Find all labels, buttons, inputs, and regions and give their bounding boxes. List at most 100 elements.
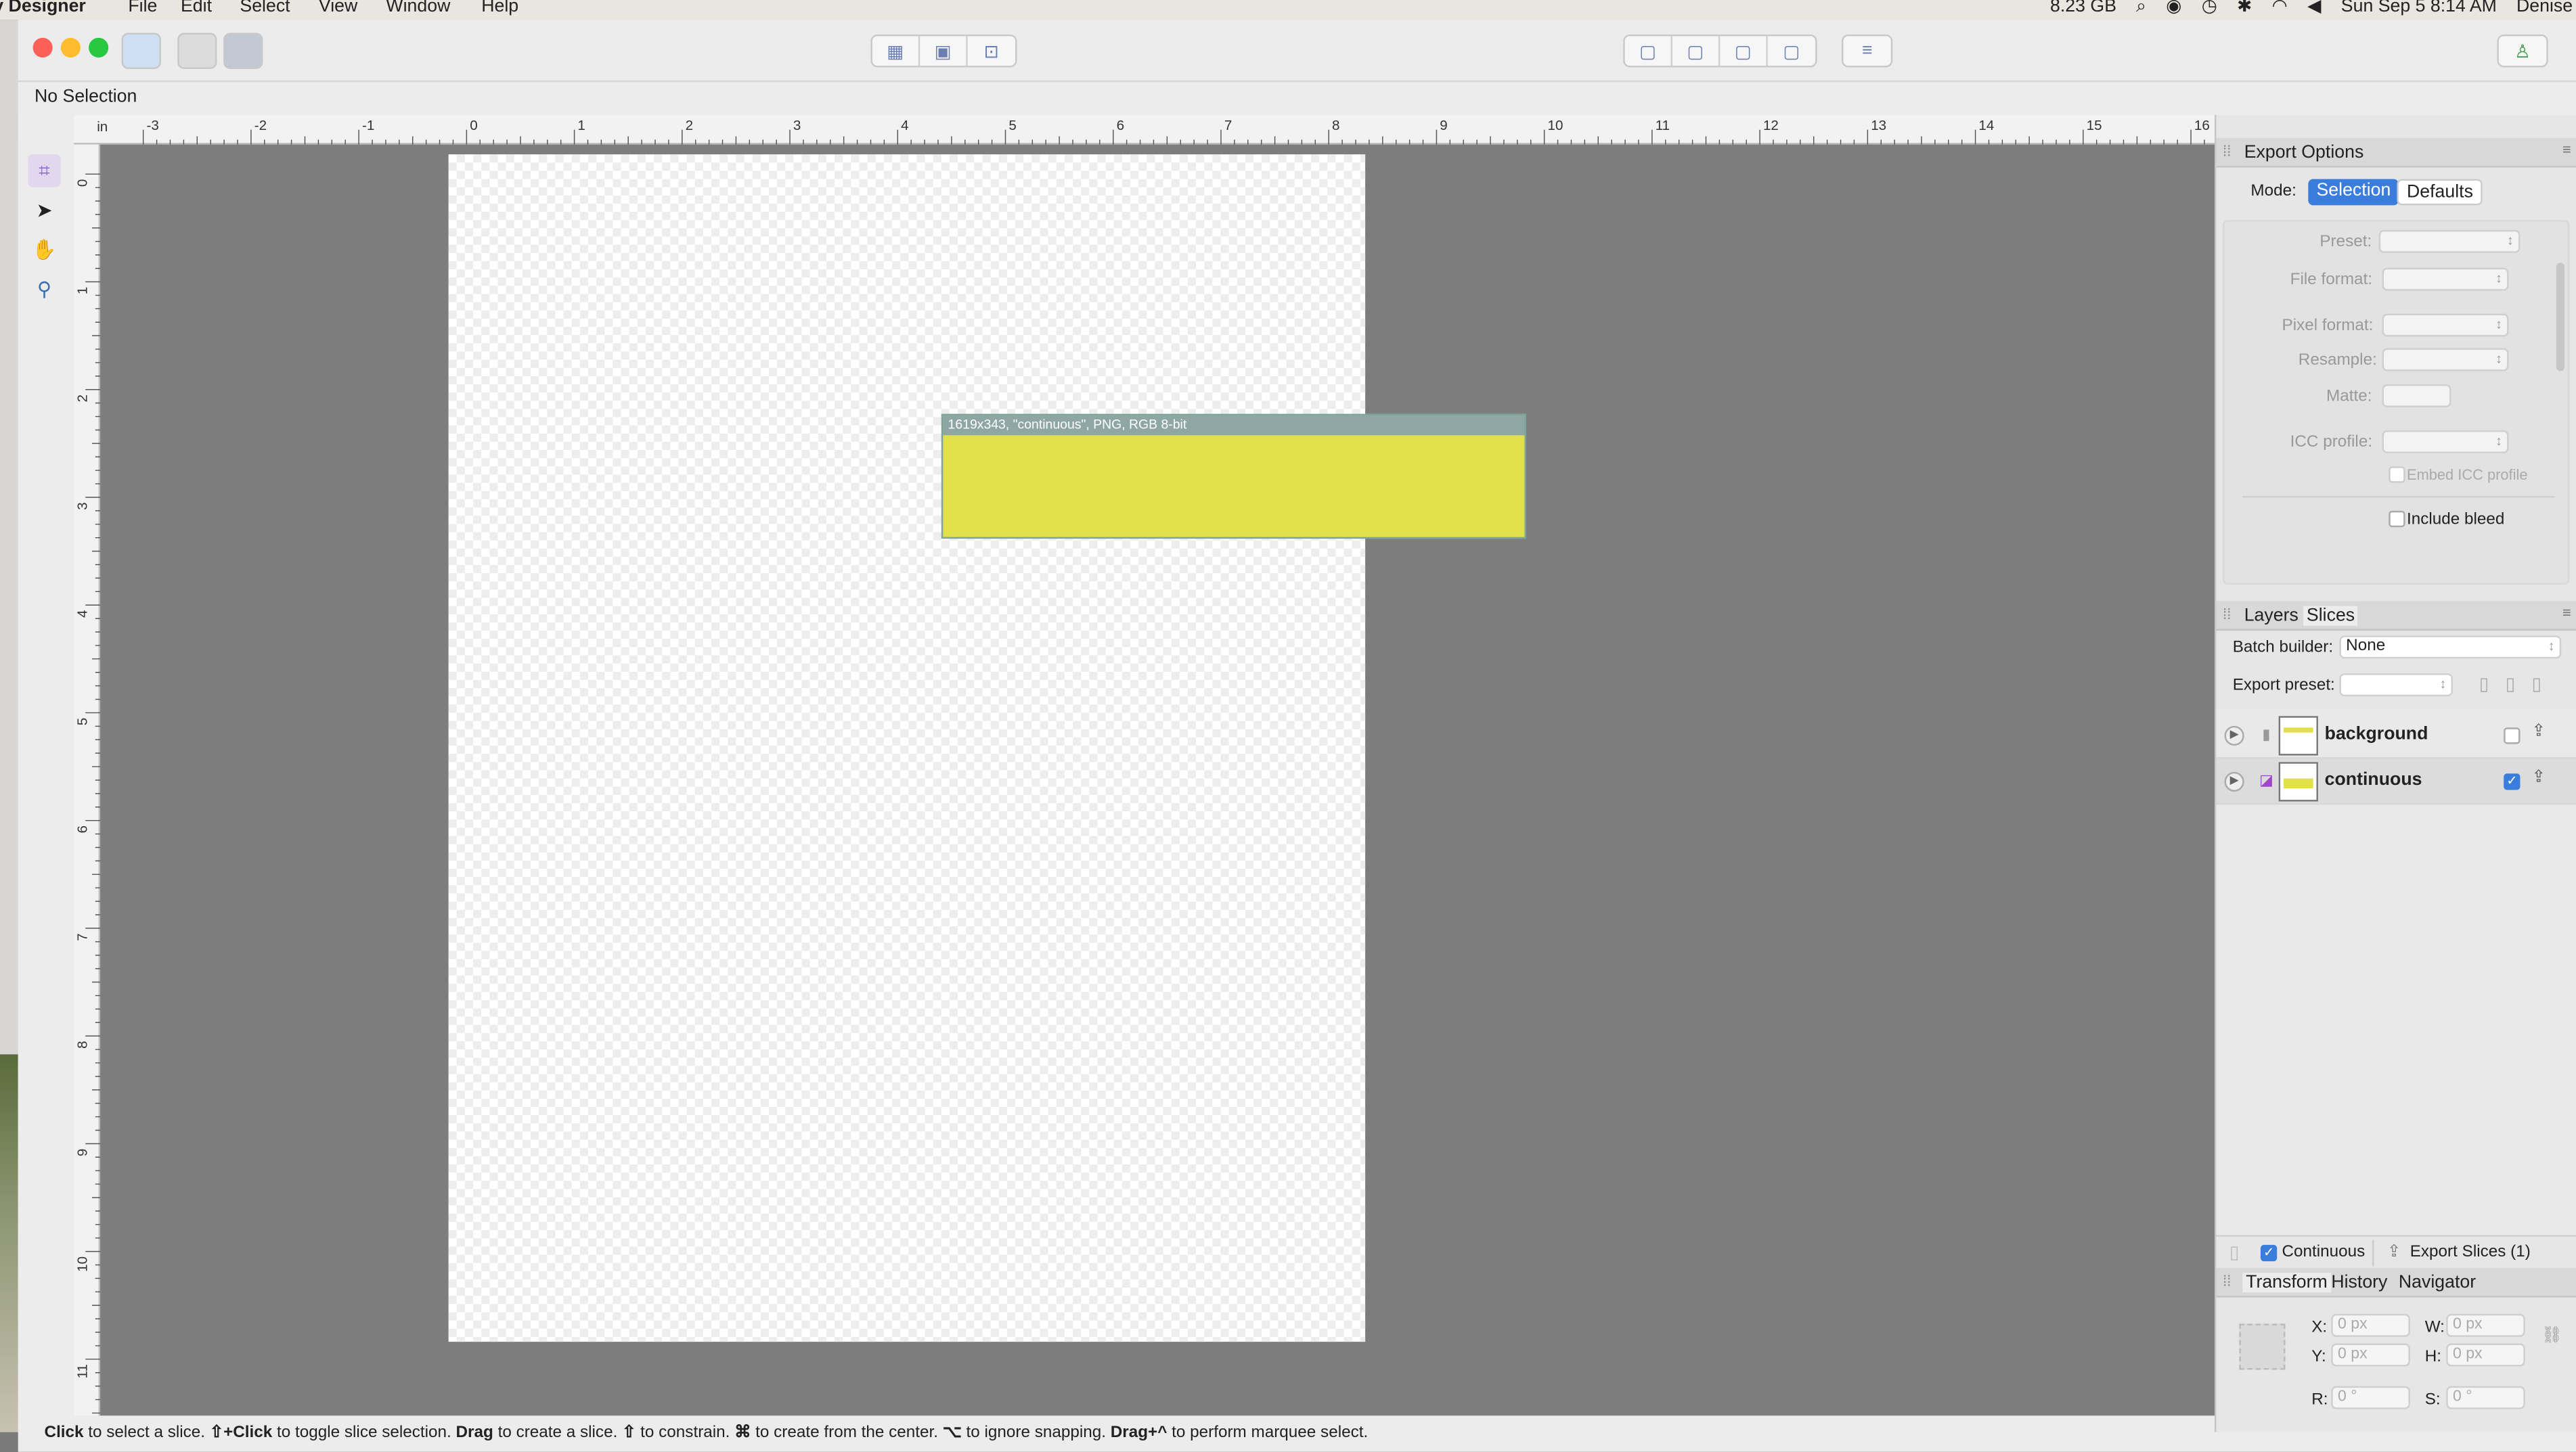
- tab-slices[interactable]: Slices: [2303, 606, 2359, 626]
- matte-swatch[interactable]: [2382, 384, 2451, 407]
- s-label: S:: [2424, 1390, 2441, 1409]
- view-mode-2-icon[interactable]: ▣: [920, 36, 968, 66]
- spotlight-icon[interactable]: ⌕: [2136, 0, 2146, 16]
- arrange-front-icon[interactable]: ▢: [1768, 36, 1815, 66]
- file-format-label: File format:: [2290, 271, 2373, 290]
- hand-tool-icon[interactable]: ✋: [28, 233, 61, 267]
- view-mode-1-icon[interactable]: ▦: [872, 36, 920, 66]
- volume-icon[interactable]: ◀: [2307, 0, 2322, 16]
- pixel-persona-icon[interactable]: [177, 32, 217, 69]
- wifi-icon[interactable]: ◠: [2272, 0, 2288, 16]
- siri-icon[interactable]: ◉: [2166, 0, 2181, 16]
- tab-history[interactable]: History: [2331, 1273, 2387, 1292]
- slice-export-checkbox[interactable]: ✓: [2504, 773, 2521, 790]
- tab-layers[interactable]: Layers: [2244, 606, 2299, 626]
- shear-input[interactable]: 0 °: [2446, 1386, 2525, 1409]
- batch-builder-select[interactable]: None: [2339, 635, 2562, 659]
- align-icon[interactable]: ≡: [1843, 36, 1890, 66]
- icc-profile-select[interactable]: [2382, 430, 2509, 453]
- slice-continuous[interactable]: 1619x343, "continuous", PNG, RGB 8-bit: [941, 413, 1526, 539]
- view-mode-3-icon[interactable]: ⊡: [968, 36, 1015, 66]
- tab-transform[interactable]: Transform: [2242, 1273, 2331, 1293]
- canvas[interactable]: 1619x343, "continuous", PNG, RGB 8-bit: [100, 144, 2215, 1416]
- embed-icc-label: Embed ICC profile: [2406, 466, 2528, 483]
- x-input[interactable]: 0 px: [2331, 1313, 2410, 1337]
- export-slice-icon[interactable]: ⇪: [2531, 723, 2545, 741]
- ruler-tick-label: 2: [686, 118, 693, 133]
- panel-menu-icon[interactable]: ≡: [2562, 604, 2571, 620]
- y-input[interactable]: 0 px: [2331, 1343, 2410, 1367]
- preset-select[interactable]: [2378, 229, 2521, 253]
- app-name[interactable]: y Designer: [0, 0, 86, 16]
- file-format-select[interactable]: [2382, 267, 2509, 291]
- export-slice-icon[interactable]: ⇪: [2531, 769, 2545, 787]
- menu-help[interactable]: Help: [481, 0, 518, 16]
- export-persona-icon[interactable]: [223, 32, 263, 69]
- h-input[interactable]: 0 px: [2446, 1343, 2525, 1367]
- menu-file[interactable]: File: [128, 0, 157, 16]
- menu-edit[interactable]: Edit: [181, 0, 212, 16]
- w-input[interactable]: 0 px: [2446, 1313, 2525, 1337]
- pixel-format-select[interactable]: [2382, 313, 2509, 337]
- menu-view[interactable]: View: [319, 0, 357, 16]
- include-bleed-checkbox[interactable]: [2389, 510, 2405, 528]
- menu-window[interactable]: Window: [386, 0, 450, 16]
- ruler-tick-label: 9: [1440, 118, 1447, 133]
- user-name[interactable]: Denise: [2516, 0, 2573, 16]
- slice-row-continuous[interactable]: ▶ ◪ continuous ✓ ⇪: [2216, 758, 2576, 805]
- arrange-back-icon[interactable]: ▢: [1625, 36, 1672, 66]
- close-button[interactable]: [32, 37, 53, 58]
- export-options-scrollbar[interactable]: [2556, 263, 2565, 371]
- select-tool-icon[interactable]: ➤: [28, 194, 61, 227]
- zoom-tool-icon[interactable]: ⚲: [28, 273, 61, 306]
- slice-name[interactable]: continuous: [2325, 770, 2422, 790]
- continuous-checkbox[interactable]: ✓: [2260, 1244, 2278, 1262]
- account-icon[interactable]: ♙: [2499, 36, 2546, 66]
- slice-row-background[interactable]: ▶ ▮ background ⇪: [2216, 712, 2576, 759]
- artboard[interactable]: 1619x343, "continuous", PNG, RGB 8-bit: [448, 154, 1526, 1342]
- ruler-unit-label: in: [97, 119, 108, 135]
- tab-export-options[interactable]: Export Options: [2244, 143, 2364, 162]
- minimize-button[interactable]: [60, 37, 81, 58]
- clock[interactable]: Sun Sep 5 8:14 AM: [2341, 0, 2497, 16]
- tab-navigator[interactable]: Navigator: [2399, 1273, 2476, 1292]
- export-preset-select[interactable]: [2339, 673, 2453, 697]
- transform-panel-header: ⁞⁞ Transform History Navigator: [2216, 1267, 2576, 1298]
- anchor-selector[interactable]: [2239, 1323, 2286, 1370]
- zoom-button[interactable]: [89, 37, 109, 58]
- pixel-format-label: Pixel format:: [2282, 317, 2374, 336]
- arrange-segmented: ▢ ▢ ▢ ▢: [1623, 34, 1817, 68]
- paste-preset-icon[interactable]: ▯: [2506, 673, 2516, 695]
- resample-select[interactable]: [2382, 348, 2509, 371]
- expand-icon[interactable]: ▶: [2224, 771, 2244, 792]
- designer-persona-icon[interactable]: [121, 32, 161, 69]
- ruler-tick-label: 5: [75, 718, 91, 725]
- slice-name[interactable]: background: [2325, 724, 2428, 744]
- link-icon[interactable]: ⛓: [2541, 1327, 2562, 1345]
- slice-export-checkbox[interactable]: [2504, 727, 2521, 744]
- trash-icon[interactable]: ▯: [2229, 1242, 2240, 1263]
- memory-readout[interactable]: 8.23 GB: [2050, 0, 2116, 16]
- expand-icon[interactable]: ▶: [2224, 725, 2244, 746]
- mode-label: Mode:: [2250, 182, 2296, 201]
- mode-defaults-button[interactable]: Defaults: [2397, 179, 2483, 206]
- delete-preset-icon[interactable]: ▯: [2531, 673, 2541, 695]
- arrange-forward-icon[interactable]: ▢: [1720, 36, 1768, 66]
- ruler-tick-label: 12: [1763, 118, 1779, 133]
- time-machine-icon[interactable]: ◷: [2202, 0, 2217, 16]
- bluetooth-icon[interactable]: ✱: [2237, 0, 2252, 16]
- ruler-tick-label: 0: [470, 118, 477, 133]
- embed-icc-checkbox[interactable]: [2389, 466, 2405, 483]
- panel-menu-icon[interactable]: ≡: [2562, 141, 2571, 158]
- export-preset-label: Export preset:: [2232, 677, 2335, 695]
- arrange-backward-icon[interactable]: ▢: [1672, 36, 1720, 66]
- mode-selection-button[interactable]: Selection: [2308, 179, 2399, 206]
- slice-tool-icon[interactable]: ⌗: [28, 154, 61, 187]
- menu-select[interactable]: Select: [240, 0, 290, 16]
- ruler-tick-label: 14: [1978, 118, 1994, 133]
- export-slices-button[interactable]: ⇪ Export Slices (1): [2372, 1240, 2566, 1267]
- batch-builder-label: Batch builder:: [2232, 639, 2334, 657]
- copy-preset-icon[interactable]: ▯: [2479, 673, 2489, 695]
- rotation-input[interactable]: 0 °: [2331, 1386, 2410, 1409]
- ruler-tick-label: 4: [75, 610, 91, 617]
